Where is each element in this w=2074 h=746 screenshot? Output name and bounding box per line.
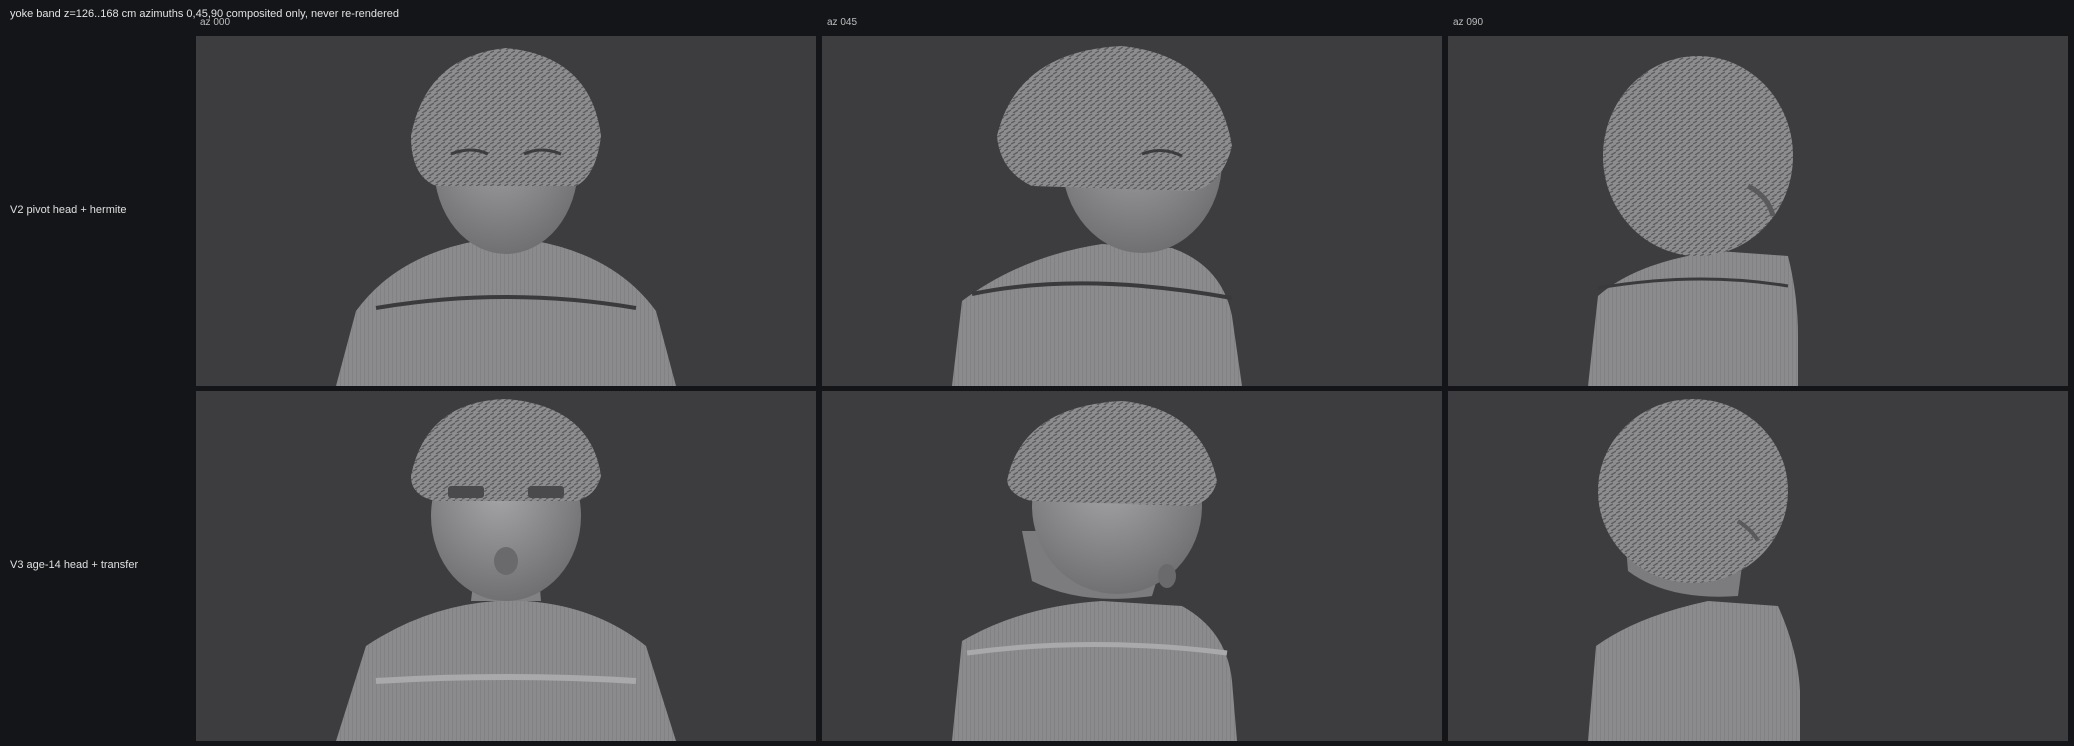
mesh-render-profile xyxy=(1588,399,1800,741)
column-label-az045: az 045 xyxy=(827,17,858,28)
mesh-render-front xyxy=(336,48,676,386)
mesh-render-three-quarter xyxy=(952,46,1242,386)
render-panel-v2-az045 xyxy=(822,36,1442,386)
render-panel-v2-az000 xyxy=(196,36,816,386)
render-panel-v3-az090 xyxy=(1448,391,2068,741)
column-label-az090: az 090 xyxy=(1453,17,1484,28)
render-panel-v2-az090 xyxy=(1448,36,2068,386)
row-label-v3: V3 age-14 head + transfer xyxy=(10,559,139,571)
mesh-render-front xyxy=(336,399,676,741)
row-label-v2: V2 pivot head + hermite xyxy=(10,204,127,216)
mesh-render-profile xyxy=(1588,56,1798,386)
column-label-az000: az 000 xyxy=(200,17,231,28)
render-panel-v3-az045 xyxy=(822,391,1442,741)
render-panel-v3-az000 xyxy=(196,391,816,741)
mesh-render-three-quarter xyxy=(952,401,1237,741)
